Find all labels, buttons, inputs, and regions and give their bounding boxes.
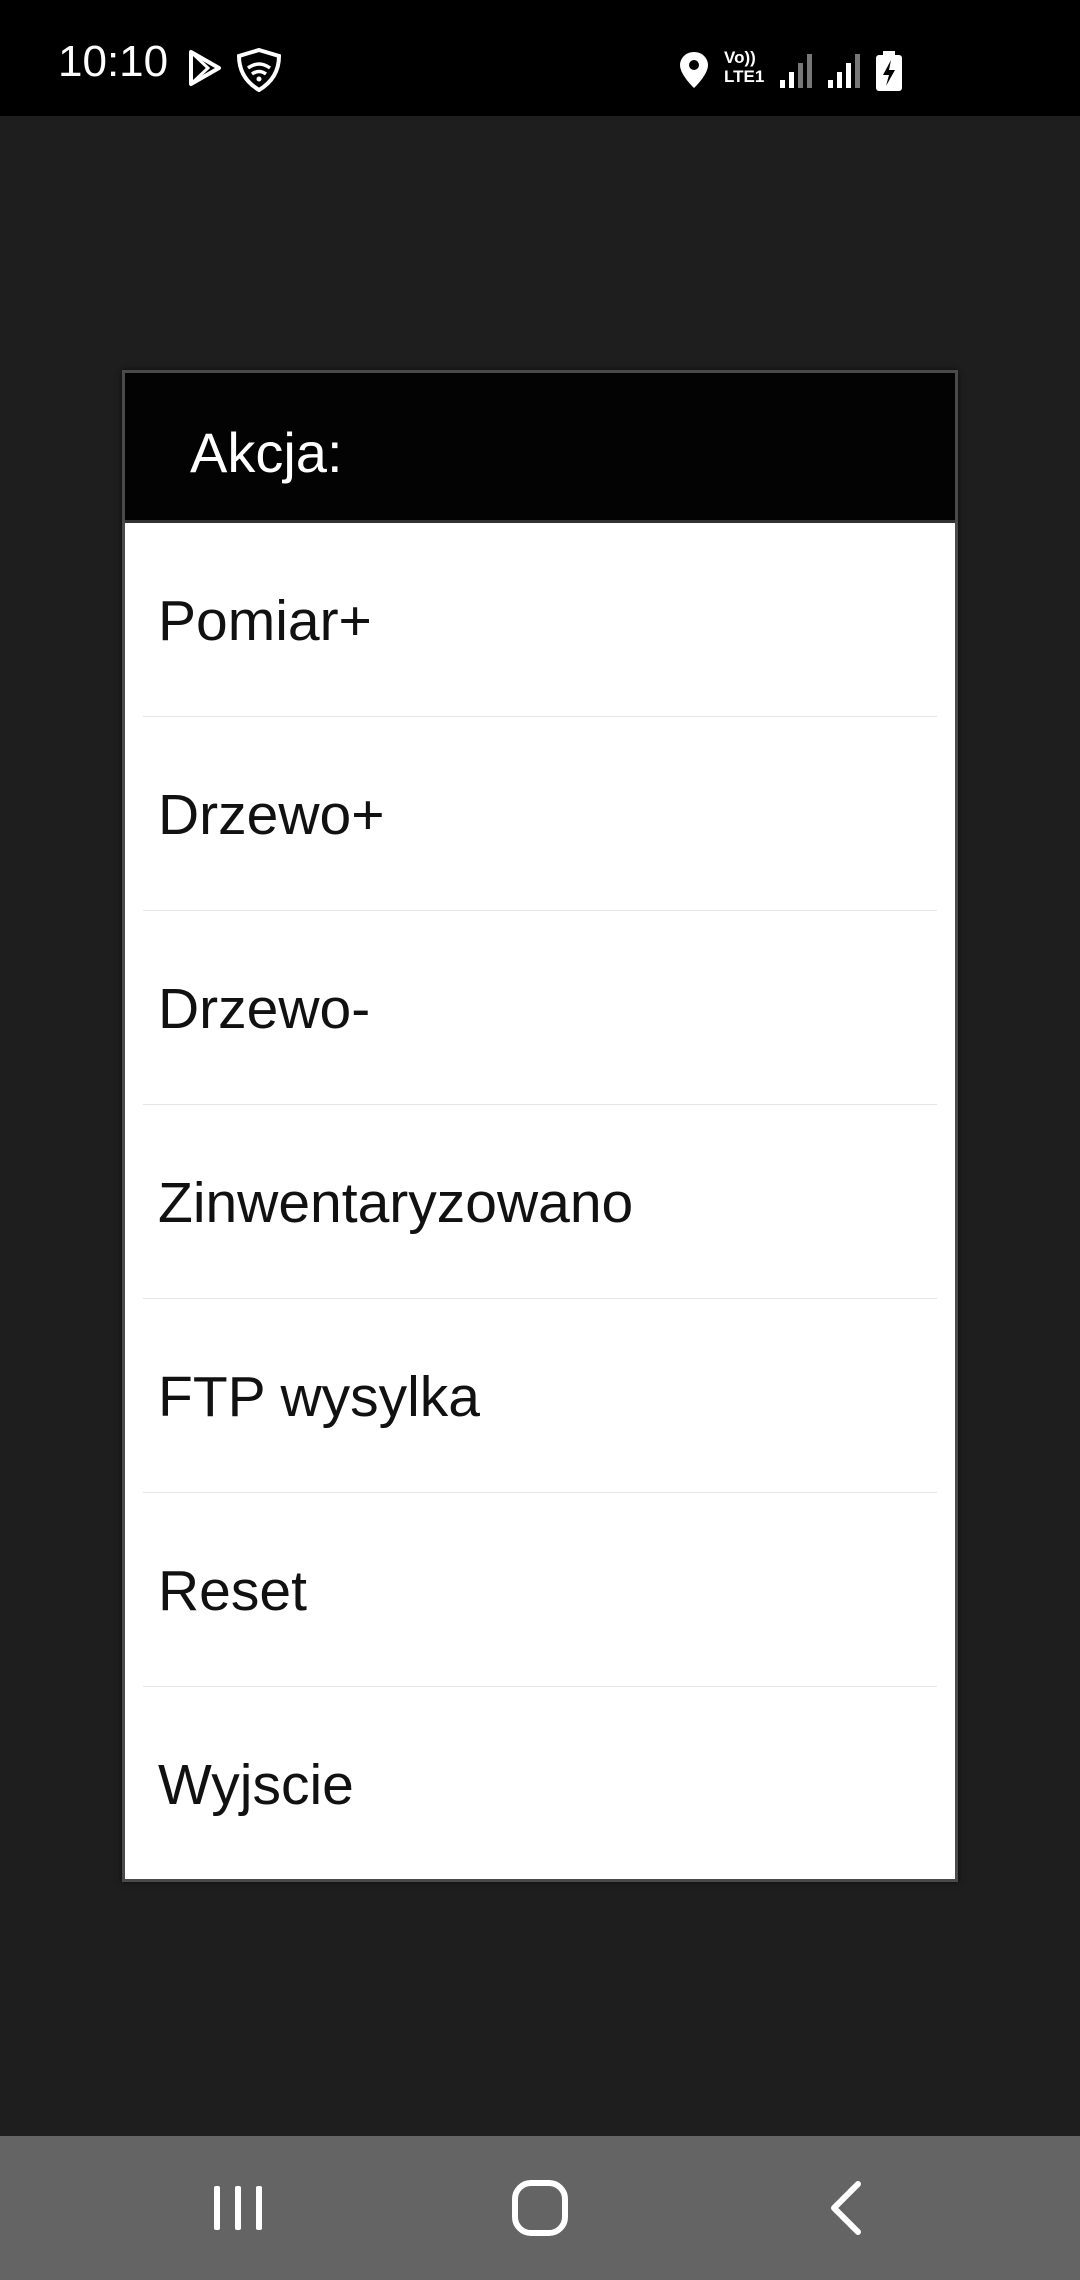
status-bar: 10:10 Vo)) LTE1 (0, 0, 1080, 116)
action-list: Pomiar+ Drzewo+ Drzewo- Zinwentaryzowano… (125, 523, 955, 1881)
dialog-header: Akcja: (125, 373, 955, 523)
battery-charging-icon (876, 51, 902, 91)
signal-icon (780, 54, 812, 88)
menu-item-drzewo-minus[interactable]: Drzewo- (125, 911, 955, 1105)
menu-item-pomiar-plus[interactable]: Pomiar+ (125, 523, 955, 717)
menu-item-ftp-wysylka[interactable]: FTP wysylka (125, 1299, 955, 1493)
menu-item-zinwentaryzowano[interactable]: Zinwentaryzowano (125, 1105, 955, 1299)
volte-label-top: Vo)) (724, 48, 756, 67)
menu-item-reset[interactable]: Reset (125, 1493, 955, 1687)
menu-item-label: FTP wysylka (158, 1365, 480, 1429)
menu-item-label: Drzewo+ (158, 783, 385, 847)
volte-label-bottom: LTE1 (724, 67, 765, 86)
back-button[interactable] (818, 2178, 872, 2238)
menu-item-drzewo-plus[interactable]: Drzewo+ (125, 717, 955, 911)
dialog-title: Akcja: (190, 421, 343, 484)
shield-icon (236, 48, 282, 92)
menu-item-label: Wyjscie (158, 1753, 354, 1817)
menu-item-wyjscie[interactable]: Wyjscie (125, 1687, 955, 1881)
play-store-icon (189, 50, 221, 86)
navigation-bar (0, 2136, 1080, 2280)
menu-item-label: Drzewo- (158, 977, 371, 1041)
home-button[interactable] (510, 2178, 570, 2238)
volte-icon: Vo)) LTE1 (724, 48, 774, 92)
action-dialog: Akcja: Pomiar+ Drzewo+ Drzewo- Zinwentar… (122, 370, 958, 1882)
menu-item-label: Zinwentaryzowano (158, 1171, 634, 1235)
menu-item-label: Reset (158, 1559, 307, 1623)
menu-item-label: Pomiar+ (158, 589, 372, 653)
location-icon (680, 52, 708, 88)
signal-icon (828, 54, 860, 88)
status-time: 10:10 (58, 37, 169, 86)
recents-button[interactable] (208, 2178, 268, 2238)
